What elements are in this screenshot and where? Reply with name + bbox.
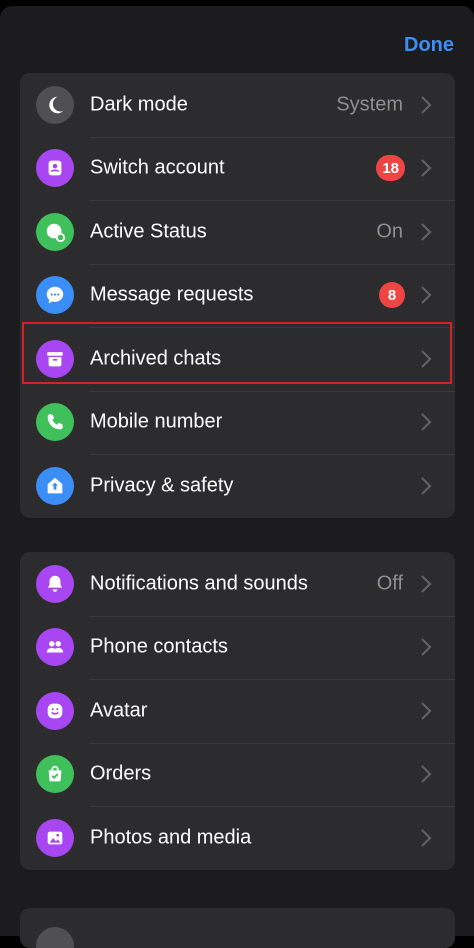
settings-sheet: Done Dark mode System Switch account 18 [0, 6, 474, 948]
row-notifications-sounds[interactable]: Notifications and sounds Off [20, 552, 455, 616]
chevron-right-icon [421, 638, 432, 656]
chevron-right-icon [421, 286, 432, 304]
notification-badge: 18 [376, 155, 405, 182]
settings-group-more [20, 908, 455, 948]
row-label: Avatar [90, 699, 148, 722]
row-label: Privacy & safety [90, 474, 234, 497]
switch-account-icon [36, 149, 74, 188]
archive-box-icon [36, 339, 74, 378]
settings-group-general: Dark mode System Switch account 18 Activ… [20, 73, 455, 518]
chevron-right-icon [421, 477, 432, 495]
row-label: Mobile number [90, 410, 223, 433]
row-value: On [376, 220, 403, 243]
row-phone-contacts[interactable]: Phone contacts [20, 615, 455, 680]
row-orders[interactable]: Orders [20, 742, 455, 807]
row-label: Dark mode [90, 93, 188, 116]
row-label: Message requests [90, 283, 254, 306]
notification-badge: 8 [379, 282, 405, 309]
row-value: System [336, 93, 403, 116]
row-switch-account[interactable]: Switch account 18 [20, 136, 455, 201]
row-label: Orders [90, 762, 152, 785]
active-status-icon [36, 212, 74, 251]
row-privacy-safety[interactable]: Privacy & safety [20, 454, 455, 518]
chevron-right-icon [421, 413, 432, 431]
row-label: Switch account [90, 156, 225, 179]
photo-icon [36, 818, 74, 857]
row-avatar[interactable]: Avatar [20, 679, 455, 743]
row-label: Active Status [90, 220, 207, 243]
partial-icon [36, 927, 74, 948]
row-archived-chats[interactable]: Archived chats [20, 327, 455, 391]
chat-bubble-icon [36, 276, 74, 315]
done-button[interactable]: Done [404, 34, 454, 57]
chevron-right-icon [421, 223, 432, 241]
chevron-right-icon [421, 765, 432, 783]
chevron-right-icon [421, 159, 432, 177]
row-message-requests[interactable]: Message requests 8 [20, 263, 455, 328]
chevron-right-icon [421, 350, 432, 368]
row-label: Photos and media [90, 826, 252, 849]
bell-icon [36, 564, 74, 603]
phone-icon [36, 403, 74, 442]
shield-house-icon [36, 466, 74, 505]
chevron-right-icon [421, 575, 432, 593]
row-label: Phone contacts [90, 635, 228, 658]
row-dark-mode[interactable]: Dark mode System [20, 73, 455, 137]
chevron-right-icon [421, 829, 432, 847]
avatar-icon [36, 691, 74, 730]
shopping-bag-icon [36, 755, 74, 794]
row-mobile-number[interactable]: Mobile number [20, 390, 455, 455]
row-partial[interactable] [20, 908, 455, 948]
moon-icon [36, 85, 74, 124]
chevron-right-icon [421, 96, 432, 114]
row-label: Archived chats [90, 347, 222, 370]
row-value: Off [376, 572, 403, 595]
row-active-status[interactable]: Active Status On [20, 200, 455, 264]
chevron-right-icon [421, 702, 432, 720]
people-icon [36, 628, 74, 667]
settings-group-preferences: Notifications and sounds Off Phone conta… [20, 552, 455, 870]
row-label: Notifications and sounds [90, 572, 308, 595]
row-photos-media[interactable]: Photos and media [20, 806, 455, 870]
